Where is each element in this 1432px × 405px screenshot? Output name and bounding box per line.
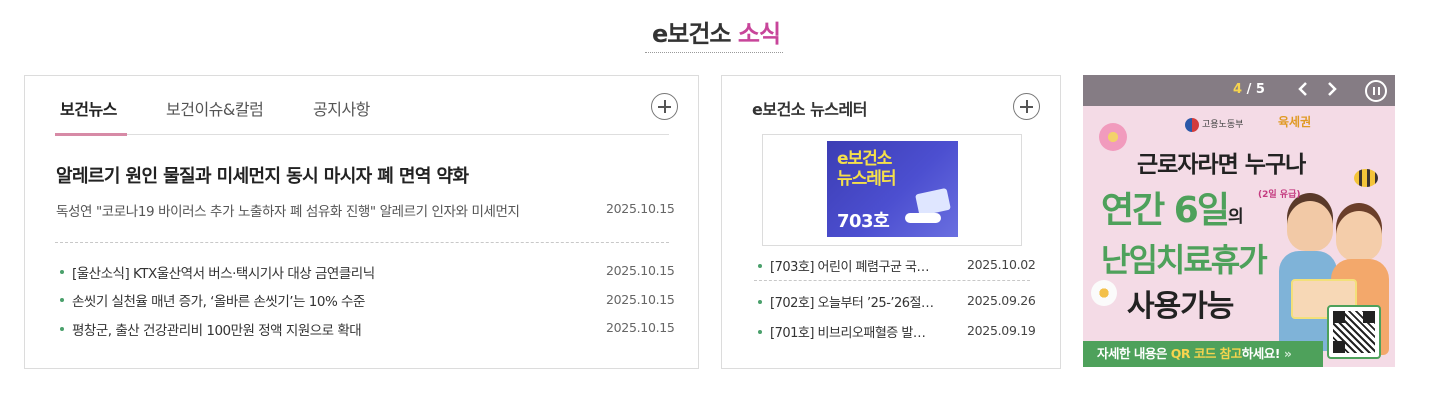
ministry-label: 고용노동부 <box>1185 117 1243 132</box>
flower-icon <box>1099 123 1127 151</box>
banner-line4: 사용가능 <box>1127 289 1234 324</box>
newsletter-item-title: [702호] 오늘부터 ’25-’26절… <box>770 296 934 311</box>
banner-line2-suffix: 의 <box>1227 207 1244 227</box>
bullet-icon <box>60 270 64 274</box>
girl-illustration <box>1336 211 1382 261</box>
bullet-icon <box>758 263 762 268</box>
bullet-icon <box>60 298 64 302</box>
newsletter-item-title: [701호] 비브리오패혈증 발… <box>770 326 926 341</box>
tab-divider <box>55 134 669 135</box>
list-item-date: 2025.10.15 <box>606 320 675 335</box>
qr-code <box>1327 305 1381 359</box>
slide-current: 4 <box>1233 82 1243 97</box>
section-title-accent: 소식 <box>737 20 781 48</box>
banner-cta[interactable]: 자세한 내용은 QR 코드 참고하세요!» <box>1083 341 1323 367</box>
banner-line1: 근로자라면 누구나 <box>1137 152 1306 178</box>
slide-separator: / <box>1246 82 1252 97</box>
newsletter-more-button[interactable] <box>1013 93 1040 120</box>
newsletter-item-date: 2025.09.26 <box>967 293 1036 308</box>
thumb-line1: e보건소 <box>837 149 892 169</box>
news-summary-date: 2025.10.15 <box>606 201 675 216</box>
bullet-icon <box>758 329 762 334</box>
newsletter-title: e보건소 뉴스레터 <box>752 100 867 119</box>
ministry-name: 고용노동부 <box>1202 120 1244 130</box>
double-chevron-icon: » <box>1283 346 1292 361</box>
tab-health-issue-column[interactable]: 보건이슈&칼럼 <box>166 96 264 120</box>
newsletter-item[interactable]: [703호] 어린이 폐렴구균 국… <box>758 256 930 275</box>
newsletter-panel: e보건소 뉴스레터 e보건소 뉴스레터 703호 [703호] 어린이 폐렴구균 … <box>721 75 1061 369</box>
government-logo-icon <box>1185 117 1199 132</box>
list-item[interactable]: [울산소식] KTX울산역서 버스·택시기사 대상 금연클리닉 <box>60 262 375 282</box>
thumb-line2: 뉴스레터 <box>837 169 897 189</box>
news-headline[interactable]: 알레르기 원인 물질과 미세먼지 동시 마시자 폐 면역 약화 <box>56 162 469 188</box>
cta-text-b: 하세요! <box>1241 346 1281 361</box>
envelope-icon <box>915 187 951 217</box>
list-item-title: 평창군, 출산 건강관리비 100만원 정액 지원으로 확대 <box>72 323 362 339</box>
brand-mark: 육세권 <box>1278 115 1312 129</box>
banner-controls: 4 / 5 <box>1083 75 1395 106</box>
active-tab-indicator <box>55 133 127 136</box>
thumb-issue: 703호 <box>837 211 890 232</box>
banner-superscript: (2일 유급) <box>1258 190 1301 200</box>
pause-button[interactable] <box>1365 80 1387 102</box>
section-title: e보건소 소식 <box>0 14 1432 49</box>
tab-notice[interactable]: 공지사항 <box>313 96 370 120</box>
list-item[interactable]: 손씻기 실천율 매년 증가, ‘올바른 손씻기’는 10% 수준 <box>60 290 365 310</box>
banner-line3: 난임치료휴가 <box>1101 241 1268 279</box>
newsletter-item[interactable]: [702호] 오늘부터 ’25-’26절… <box>758 292 934 311</box>
list-item-title: [울산소식] KTX울산역서 버스·택시기사 대상 금연클리닉 <box>72 266 375 282</box>
list-item-date: 2025.10.15 <box>606 263 675 278</box>
next-arrow-icon[interactable] <box>1323 80 1341 98</box>
news-separator <box>55 242 669 243</box>
bullet-icon <box>758 299 762 304</box>
newsletter-item-title: [703호] 어린이 폐렴구균 국… <box>770 260 930 275</box>
news-more-button[interactable] <box>651 93 678 120</box>
cta-highlight: QR 코드 참고 <box>1170 346 1242 361</box>
list-item-date: 2025.10.15 <box>606 292 675 307</box>
newsletter-item-date: 2025.10.02 <box>967 257 1036 272</box>
banner-line2-main: 연간 6일 <box>1101 190 1230 231</box>
newsletter-item[interactable]: [701호] 비브리오패혈증 발… <box>758 322 926 341</box>
banner-line2: 연간 6일의 <box>1101 181 1244 233</box>
news-summary[interactable]: 독성연 "코로나19 바이러스 추가 노출하자 폐 섬유화 진행" 알레르기 인… <box>56 200 576 220</box>
newsletter-thumbnail[interactable]: e보건소 뉴스레터 703호 <box>827 141 958 237</box>
newsletter-thumbnail-frame: e보건소 뉴스레터 703호 <box>762 134 1022 246</box>
cloud-icon <box>905 213 941 223</box>
newsletter-separator <box>754 280 1030 281</box>
news-panel: 보건뉴스 보건이슈&칼럼 공지사항 알레르기 원인 물질과 미세먼지 동시 마시… <box>24 75 699 369</box>
cta-text-a: 자세한 내용은 <box>1097 346 1171 361</box>
section-title-main: e보건소 <box>651 20 732 48</box>
list-item-title: 손씻기 실천율 매년 증가, ‘올바른 손씻기’는 10% 수준 <box>72 294 365 310</box>
flower-icon <box>1091 280 1117 306</box>
promo-banner[interactable]: 4 / 5 고용노동부 육세권 근로자라면 누구나 연간 6일의 (2일 유급)… <box>1083 75 1395 367</box>
slide-total: 5 <box>1255 82 1265 97</box>
prev-arrow-icon[interactable] <box>1295 80 1313 98</box>
tab-health-news[interactable]: 보건뉴스 <box>60 96 117 120</box>
newsletter-item-date: 2025.09.19 <box>967 323 1036 338</box>
list-item[interactable]: 평창군, 출산 건강관리비 100만원 정액 지원으로 확대 <box>60 319 362 339</box>
bullet-icon <box>60 327 64 331</box>
title-underline <box>645 52 783 53</box>
boy-illustration <box>1287 201 1333 251</box>
bee-icon <box>1354 169 1378 187</box>
slide-counter: 4 / 5 <box>1233 82 1265 97</box>
